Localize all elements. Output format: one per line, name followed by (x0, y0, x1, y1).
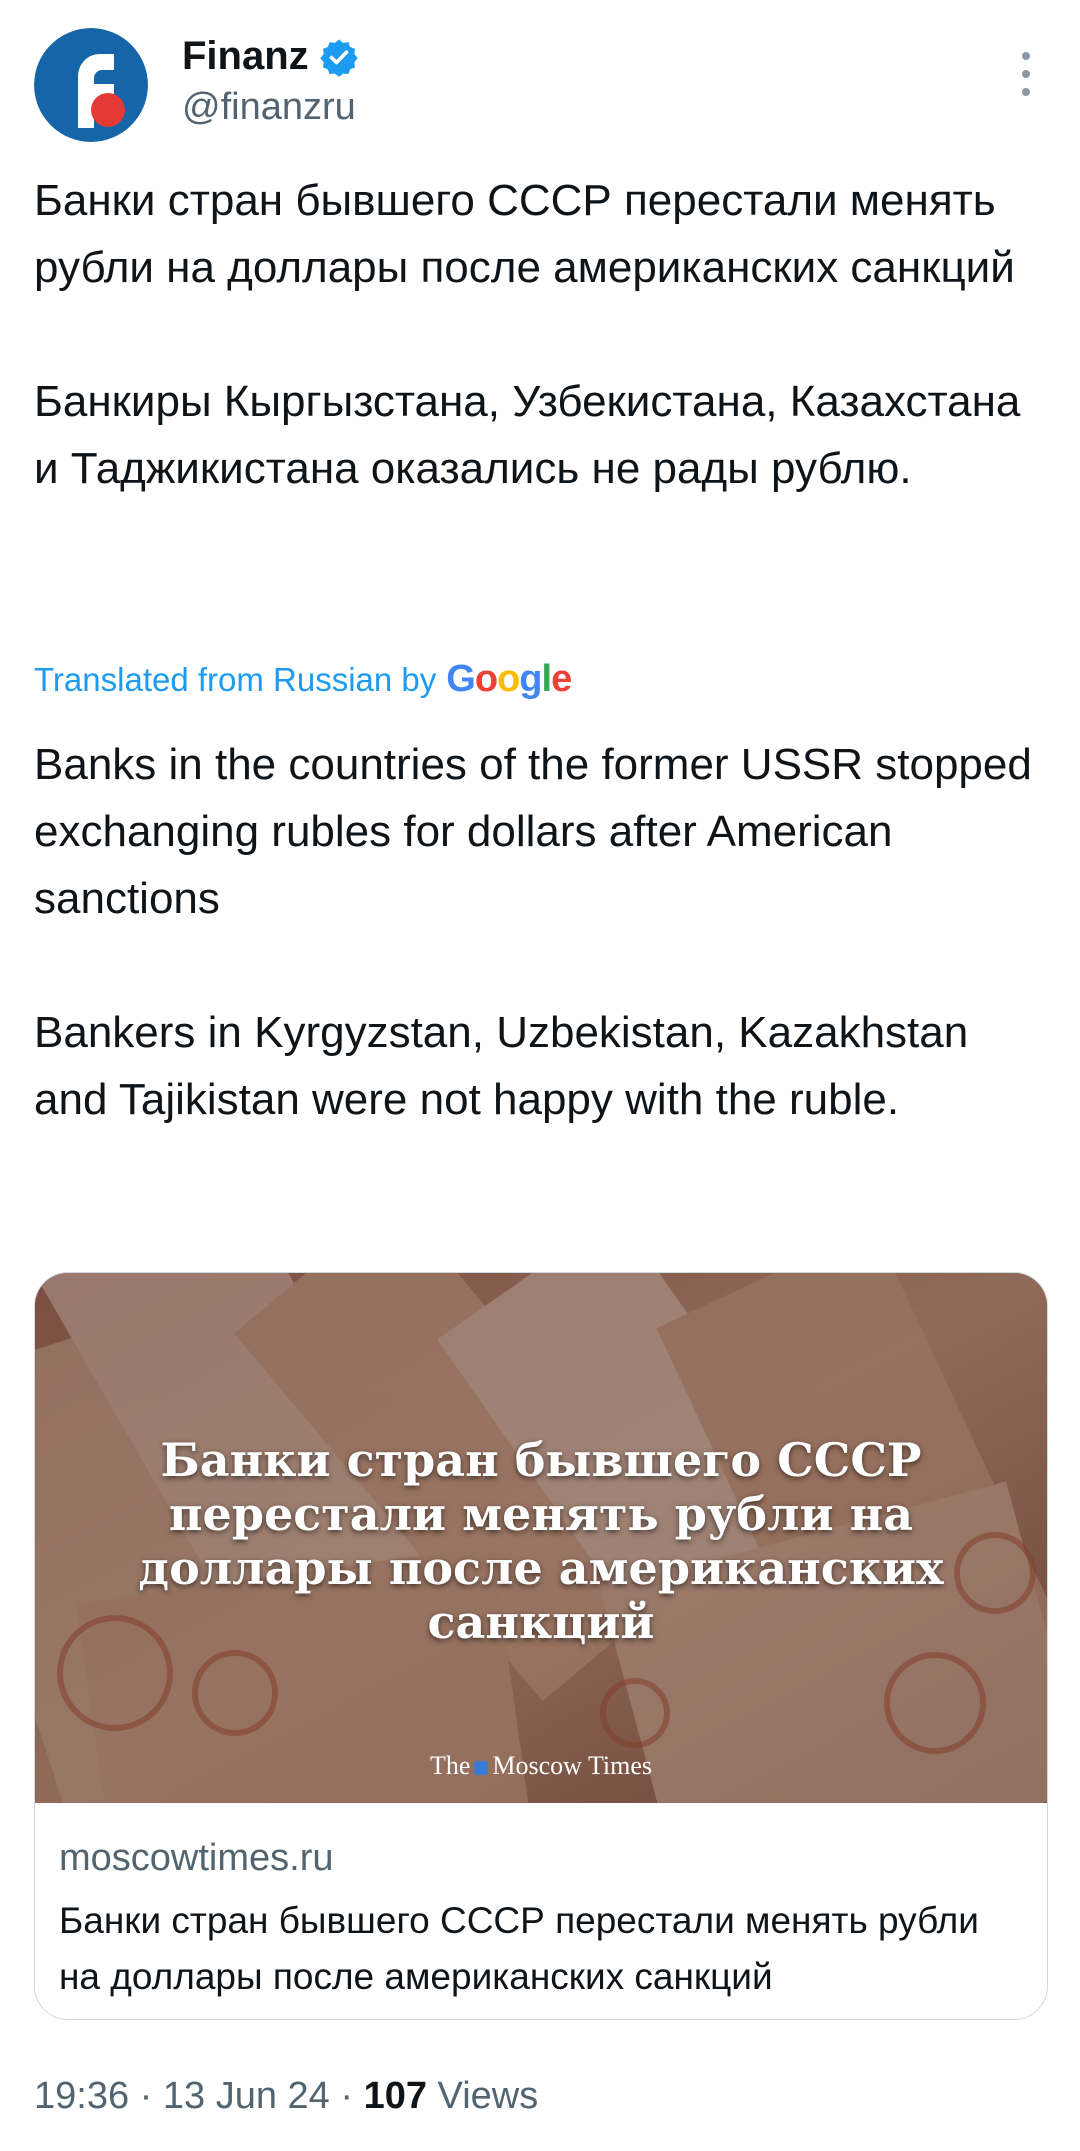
views-count: 107 (363, 2075, 427, 2117)
views-label: Views (437, 2075, 539, 2117)
logo-right-text: Moscow Times (492, 1751, 653, 1780)
meta-separator: · (340, 2075, 354, 2117)
moscow-times-logo: The Moscow Times (35, 1751, 1047, 1781)
tweet-header: Finanz @finanzru (34, 28, 1046, 146)
card-title[interactable]: Банки стран бывшего СССР перестали менят… (59, 1893, 1019, 2005)
author-handle[interactable]: @finanzru (182, 86, 356, 129)
more-options-icon[interactable] (1006, 52, 1046, 96)
card-domain[interactable]: moscowtimes.ru (59, 1837, 334, 1880)
finanz-f-logo-icon (34, 28, 148, 142)
author-name[interactable]: Finanz (182, 34, 309, 79)
avatar[interactable] (34, 28, 148, 142)
link-preview-card[interactable]: Банки стран бывшего СССР перестали менят… (34, 1272, 1048, 2020)
author-name-row[interactable]: Finanz (182, 34, 359, 79)
logo-mark-icon (474, 1761, 489, 1776)
logo-left-text: The (429, 1751, 471, 1780)
tweet-date[interactable]: 13 Jun 24 (163, 2075, 330, 2117)
translated-label: Translated from Russian by (34, 660, 437, 698)
verified-badge-icon (320, 39, 358, 77)
google-logo: Google (446, 658, 572, 700)
tweet-original-text: Банки стран бывшего СССР перестали менят… (34, 176, 1021, 493)
card-image[interactable]: Банки стран бывшего СССР перестали менят… (35, 1273, 1047, 1803)
tweet-meta: 19:36 · 13 Jun 24 · 107 Views (34, 2075, 538, 2118)
tweet-translated-text: Banks in the countries of the former USS… (34, 740, 1032, 1124)
translation-attribution[interactable]: Translated from Russian by Google (34, 658, 572, 701)
card-image-headline: Банки стран бывшего СССР перестали менят… (138, 1433, 944, 1649)
tweet-time[interactable]: 19:36 (34, 2075, 129, 2117)
meta-separator: · (139, 2075, 153, 2117)
